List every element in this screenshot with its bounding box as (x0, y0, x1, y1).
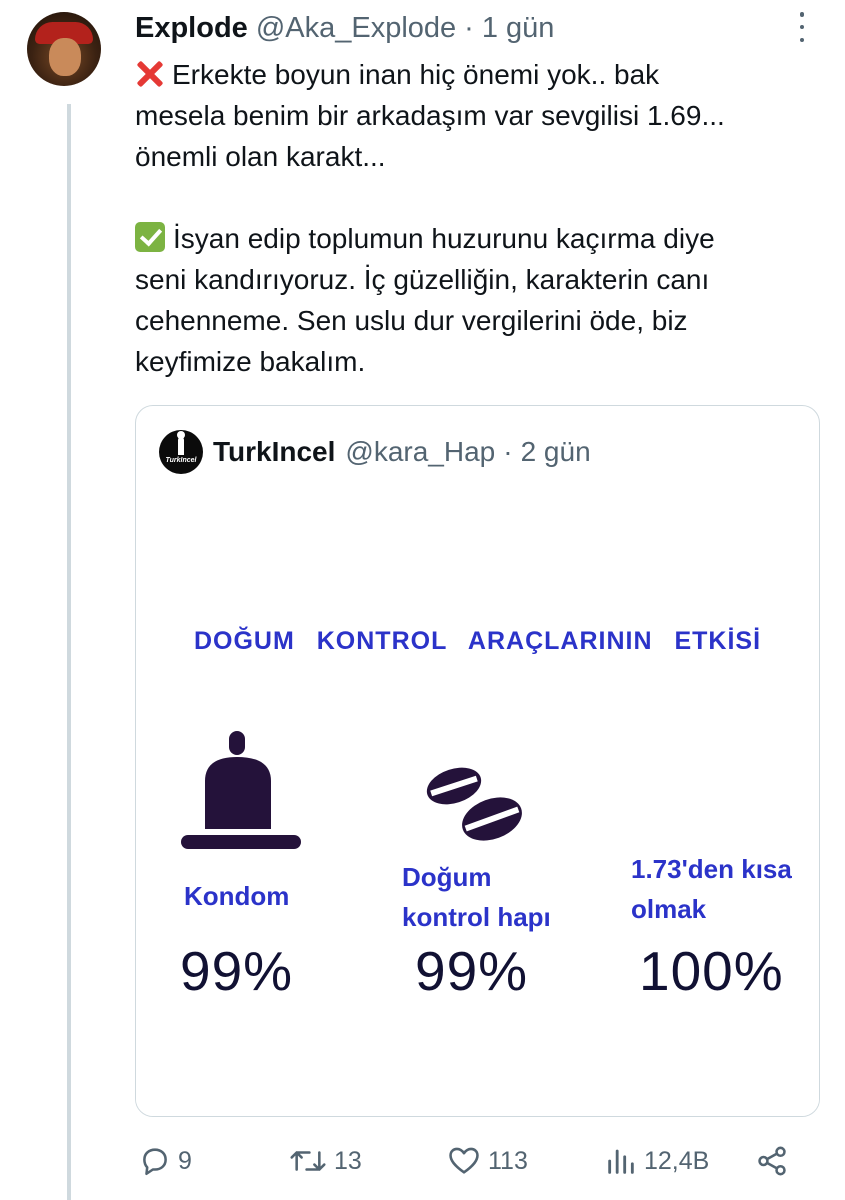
views-chart-icon (608, 1149, 634, 1174)
tweet-line: İsyan edip toplumun huzurunu kaçırma diy… (135, 218, 835, 259)
quoted-author-name[interactable]: TurkIncel (213, 436, 335, 468)
quoted-tweet-card[interactable]: TurkIncel TurkIncel @kara_Hap · 2 gün DO… (135, 405, 820, 1117)
tweet-time[interactable]: 1 gün (482, 12, 555, 45)
cross-mark-icon (135, 59, 164, 88)
tweet-paragraph-right: İsyan edip toplumun huzurunu kaçırma diy… (135, 218, 835, 382)
tweet-body: Erkekte boyun inan hiç önemi yok.. bak m… (135, 54, 835, 382)
quoted-tweet-image[interactable]: DOĞUM KONTROL ARAÇLARININ ETKİSİ Kondom … (136, 491, 819, 1116)
avatar-figure-icon (177, 431, 185, 455)
pills-icon (426, 767, 522, 841)
condom-icon (181, 731, 301, 849)
item-value-pill: 99% (415, 940, 529, 1002)
tweet-line: keyfimize bakalım. (135, 346, 366, 377)
header-separator: · (464, 11, 474, 44)
tweet-line: önemli olan karakt... (135, 141, 386, 172)
more-options-icon[interactable] (796, 12, 808, 42)
item-value-height: 100% (639, 940, 784, 1002)
item-label-pill: Doğum kontrol hapı (402, 862, 551, 932)
retweet-icon (290, 1151, 326, 1171)
avatar-logo-text: TurkIncel (165, 457, 197, 464)
quoted-tweet-time[interactable]: 2 gün (521, 436, 591, 468)
item-value-condom: 99% (180, 940, 294, 1002)
author-avatar[interactable] (27, 12, 101, 86)
thread-connector-line (67, 104, 71, 1200)
views-count: 12,4B (644, 1146, 710, 1175)
tweet-line: Erkekte boyun inan hiç önemi yok.. bak (135, 54, 835, 95)
author-handle[interactable]: @Aka_Explode (256, 12, 456, 45)
quoted-tweet-header: TurkIncel TurkIncel @kara_Hap · 2 gün (159, 430, 591, 474)
item-label-condom: Kondom (184, 881, 290, 911)
image-title: DOĞUM KONTROL ARAÇLARININ ETKİSİ (193, 627, 762, 655)
avatar-face (49, 38, 81, 76)
like-button[interactable]: 113 (446, 1144, 528, 1178)
retweet-count: 13 (334, 1146, 362, 1175)
reply-count: 9 (178, 1146, 192, 1175)
author-name[interactable]: Explode (135, 12, 248, 45)
item-label-height: 1.73'den kısa olmak (631, 854, 792, 924)
share-icon (758, 1146, 786, 1176)
views-button[interactable]: 12,4B (604, 1144, 709, 1178)
tweet-line: seni kandırıyoruz. İç güzelliğin, karakt… (135, 264, 710, 295)
quoted-header-separator: · (503, 436, 513, 467)
heart-icon (449, 1147, 479, 1174)
tweet-line: cehenneme. Sen uslu dur vergilerini öde,… (135, 305, 688, 336)
tweet-action-bar: 9 13 113 12,4B (0, 1140, 845, 1184)
share-button[interactable] (755, 1144, 795, 1178)
quoted-author-handle[interactable]: @kara_Hap (345, 436, 495, 468)
tweet-paragraph-wrong: Erkekte boyun inan hiç önemi yok.. bak m… (135, 54, 835, 177)
reply-button[interactable]: 9 (138, 1144, 192, 1178)
retweet-button[interactable]: 13 (288, 1144, 362, 1178)
quoted-author-avatar[interactable]: TurkIncel (159, 430, 203, 474)
reply-icon (143, 1148, 167, 1176)
like-count: 113 (488, 1146, 528, 1175)
tweet-line: mesela benim bir arkadaşım var sevgilisi… (135, 100, 725, 131)
tweet-header: Explode @Aka_Explode · 1 gün (135, 8, 554, 48)
check-mark-icon (135, 222, 165, 252)
